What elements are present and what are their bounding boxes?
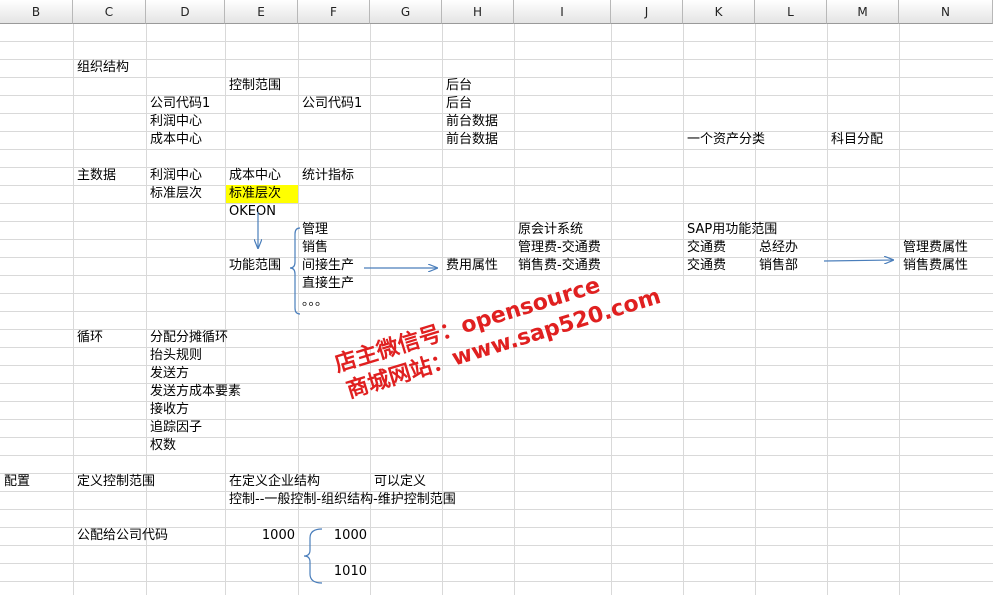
- cell-g-can-define[interactable]: 可以定义: [374, 473, 426, 491]
- cell-f-indirect-production[interactable]: 间接生产: [302, 257, 354, 275]
- cell-e-enterprise-structure[interactable]: 在定义企业结构: [229, 473, 320, 491]
- gridline: [0, 77, 993, 78]
- cell-k-sap-functional-area[interactable]: SAP用功能范围: [687, 221, 777, 239]
- cell-d-header-rule[interactable]: 抬头规则: [150, 347, 202, 365]
- cell-d-company-code[interactable]: 公司代码1: [150, 95, 210, 113]
- cell-d-standard-hierarchy[interactable]: 标准层次: [150, 185, 202, 203]
- gridline: [0, 185, 993, 186]
- gridline: [0, 383, 993, 384]
- cell-c-cycle[interactable]: 循环: [77, 329, 103, 347]
- column-header-f[interactable]: F: [298, 0, 370, 24]
- column-header-n[interactable]: N: [899, 0, 993, 24]
- gridline: [0, 149, 993, 150]
- cell-f-ellipsis[interactable]: 。。。: [302, 293, 328, 311]
- cell-k-travel[interactable]: 交通费: [687, 239, 726, 257]
- right-arrow-to-expense-attributes: [823, 260, 893, 261]
- column-header-e[interactable]: E: [225, 0, 298, 24]
- column-header-b[interactable]: B: [0, 0, 73, 24]
- gridline: [0, 239, 993, 240]
- gridline: [0, 581, 993, 582]
- cell-d-sender[interactable]: 发送方: [150, 365, 189, 383]
- cell-h-frontend-data[interactable]: 前台数据: [446, 113, 498, 131]
- cell-c-assign-company-code[interactable]: 公配给公司代码: [77, 527, 168, 545]
- cell-f-management[interactable]: 管理: [302, 221, 328, 239]
- cell-b-configuration[interactable]: 配置: [4, 473, 30, 491]
- column-header-g[interactable]: G: [370, 0, 442, 24]
- gridline: [0, 491, 993, 492]
- cell-d-allocation-cycle[interactable]: 分配分摊循环: [150, 329, 228, 347]
- gridline: [0, 563, 993, 564]
- gridline: [0, 419, 993, 420]
- cell-d-receiver[interactable]: 接收方: [150, 401, 189, 419]
- cell-n-sales-attr[interactable]: 销售费属性: [903, 257, 968, 275]
- cell-f-1010[interactable]: 1010: [298, 563, 367, 581]
- gridline: [0, 509, 993, 510]
- cell-d-profit-center[interactable]: 利润中心: [150, 113, 202, 131]
- gridline: [0, 221, 993, 222]
- cell-h-frontend-data-2[interactable]: 前台数据: [446, 131, 498, 149]
- cell-i-legacy-system[interactable]: 原会计系统: [518, 221, 583, 239]
- cell-e-functional-area[interactable]: 功能范围: [229, 257, 281, 275]
- column-header-m[interactable]: M: [827, 0, 899, 24]
- gridline: [0, 365, 993, 366]
- cell-l-sales-dept[interactable]: 销售部: [759, 257, 798, 275]
- gridline: [0, 293, 993, 294]
- cell-f-company-code[interactable]: 公司代码1: [302, 95, 362, 113]
- gridline: [0, 203, 993, 204]
- column-header-h[interactable]: H: [442, 0, 514, 24]
- cell-d-profit-center-2[interactable]: 利润中心: [150, 167, 202, 185]
- cell-h-expense-attr[interactable]: 费用属性: [446, 257, 498, 275]
- gridline: [0, 401, 993, 402]
- gridline: [0, 545, 993, 546]
- gridline: [0, 455, 993, 456]
- gridline: [0, 275, 993, 276]
- cell-c-master-data[interactable]: 主数据: [77, 167, 116, 185]
- cell-d-cost-center[interactable]: 成本中心: [150, 131, 202, 149]
- column-header-d[interactable]: D: [146, 0, 225, 24]
- cell-c-org-structure[interactable]: 组织结构: [77, 59, 129, 77]
- cell-d-tracing-factor[interactable]: 追踪因子: [150, 419, 202, 437]
- cell-e-okeon[interactable]: OKEON: [229, 203, 276, 221]
- gridline: [0, 41, 993, 42]
- cell-d-sender-cost-element[interactable]: 发送方成本要素: [150, 383, 241, 401]
- cell-h-backend[interactable]: 后台: [446, 77, 472, 95]
- column-header-j[interactable]: J: [611, 0, 683, 24]
- cell-n-admin-attr[interactable]: 管理费属性: [903, 239, 968, 257]
- gridline: [0, 95, 993, 96]
- cell-m-account-assignment[interactable]: 科目分配: [831, 131, 883, 149]
- cell-f-1000[interactable]: 1000: [298, 527, 367, 545]
- column-header-l[interactable]: L: [755, 0, 827, 24]
- cell-f-sales[interactable]: 销售: [302, 239, 328, 257]
- cell-e-cost-center[interactable]: 成本中心: [229, 167, 281, 185]
- gridline: [0, 167, 993, 168]
- cell-e-menu-path[interactable]: 控制--一般控制-组织结构-维护控制范围: [229, 491, 456, 509]
- cell-e-controlling-area[interactable]: 控制范围: [229, 77, 281, 95]
- spreadsheet-grid[interactable]: B C D E F G H I J K L M N 组织结构 控制范围 后台 公…: [0, 0, 993, 595]
- cell-e-1000[interactable]: 1000: [225, 527, 295, 545]
- cell-i-admin-travel[interactable]: 管理费-交通费: [518, 239, 601, 257]
- cell-e-standard-hierarchy-highlighted[interactable]: 标准层次: [226, 185, 298, 203]
- cell-l-gm-office[interactable]: 总经办: [759, 239, 798, 257]
- column-header-k[interactable]: K: [683, 0, 755, 24]
- column-header-c[interactable]: C: [73, 0, 146, 24]
- column-header-i[interactable]: I: [514, 0, 611, 24]
- cell-f-direct-production[interactable]: 直接生产: [302, 275, 354, 293]
- cell-f-statistical-key-figure[interactable]: 统计指标: [302, 167, 354, 185]
- gridline: [0, 59, 993, 60]
- gridline: [0, 437, 993, 438]
- cell-d-weighting[interactable]: 权数: [150, 437, 176, 455]
- cell-k-travel-2[interactable]: 交通费: [687, 257, 726, 275]
- cell-k-asset-class[interactable]: 一个资产分类: [687, 131, 765, 149]
- cell-h-backend-2[interactable]: 后台: [446, 95, 472, 113]
- cell-c-define-controlling-area[interactable]: 定义控制范围: [77, 473, 155, 491]
